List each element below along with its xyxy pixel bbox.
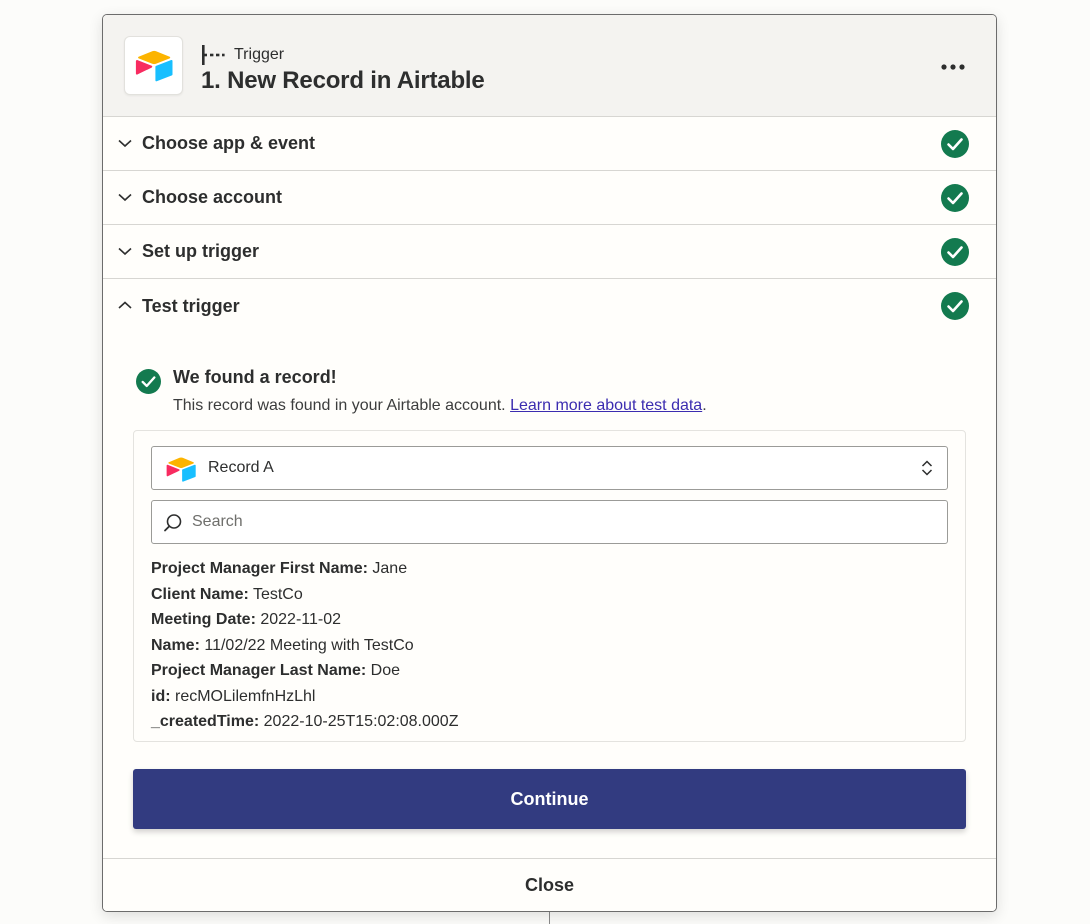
chevron-up-icon (118, 301, 132, 309)
airtable-logo-icon (166, 457, 196, 482)
test-result-text: This record was found in your Airtable a… (173, 397, 506, 414)
more-options-button[interactable] (938, 55, 968, 79)
airtable-logo-icon (135, 50, 172, 81)
section-test-trigger[interactable]: Test trigger (103, 279, 996, 333)
test-result-description: This record was found in your Airtable a… (173, 397, 707, 415)
step-title: 1. New Record in Airtable (201, 67, 485, 94)
field-value: 2022-11-02 (260, 611, 342, 628)
check-circle-icon (941, 130, 969, 158)
check-circle-icon (941, 292, 969, 320)
field-key: Meeting Date: (151, 611, 256, 628)
panel-footer: Close (103, 858, 996, 911)
record-field: Project Manager First Name: Jane (151, 556, 458, 582)
section-choose-account[interactable]: Choose account (103, 171, 996, 225)
record-field: Meeting Date: 2022-11-02 (151, 607, 458, 633)
field-key: Project Manager Last Name: (151, 662, 367, 679)
step-kind-label: Trigger (234, 46, 285, 63)
step-kind: Trigger (201, 44, 284, 66)
record-panel: Record A Project Manager First Name: Jan… (133, 430, 966, 742)
more-horizontal-icon (941, 64, 965, 70)
close-button[interactable]: Close (505, 869, 594, 902)
section-set-up-trigger[interactable]: Set up trigger (103, 225, 996, 279)
record-fields: Project Manager First Name: Jane Client … (151, 556, 458, 735)
field-value: Jane (372, 560, 408, 577)
field-key: _createdTime: (151, 713, 260, 730)
step-panel: Trigger 1. New Record in Airtable Choose… (102, 14, 997, 912)
field-value: TestCo (252, 585, 303, 603)
check-circle-icon (941, 238, 969, 266)
trigger-icon (202, 45, 225, 65)
field-value: 2022-10-25T15:02:08.000Z (263, 713, 459, 730)
field-key: Client Name: (151, 585, 249, 603)
field-value: recMOLilemfnHzLhl (175, 687, 316, 705)
link-suffix: . (702, 397, 707, 414)
record-select[interactable]: Record A (151, 446, 948, 490)
record-field: Name: 11/02/22 Meeting with TestCo (151, 633, 458, 659)
chevron-down-icon (118, 193, 132, 202)
field-value: Doe (370, 662, 400, 679)
search-input[interactable] (192, 501, 932, 543)
section-label: Set up trigger (142, 241, 260, 261)
search-field[interactable] (151, 500, 948, 544)
section-label: Choose account (142, 187, 283, 207)
section-label: Test trigger (142, 295, 240, 316)
test-trigger-body: We found a record! This record was found… (103, 333, 996, 911)
field-key: Project Manager First Name: (151, 560, 368, 577)
record-field: Project Manager Last Name: Doe (151, 658, 458, 684)
record-select-value: Record A (208, 459, 274, 476)
select-arrows-icon (921, 460, 933, 476)
step-header: Trigger 1. New Record in Airtable (103, 15, 996, 117)
learn-more-link[interactable]: Learn more about test data (510, 397, 702, 414)
record-field: _createdTime: 2022-10-25T15:02:08.000Z (151, 709, 458, 735)
check-circle-icon (941, 184, 969, 212)
success-check-icon (136, 369, 161, 394)
field-key: Name: (151, 636, 200, 654)
continue-button[interactable]: Continue (133, 769, 966, 829)
section-label: Choose app & event (142, 133, 316, 153)
record-field: id: recMOLilemfnHzLhl (151, 684, 458, 710)
field-key: id: (151, 687, 171, 705)
section-choose-app-event[interactable]: Choose app & event (103, 117, 996, 171)
search-icon (164, 514, 182, 532)
chevron-down-icon (118, 247, 132, 256)
field-value: 11/02/22 Meeting with TestCo (204, 636, 414, 654)
test-result-title: We found a record! (173, 367, 337, 387)
chevron-down-icon (118, 139, 132, 148)
record-field: Client Name: TestCo (151, 582, 458, 608)
app-icon-tile (124, 36, 183, 95)
